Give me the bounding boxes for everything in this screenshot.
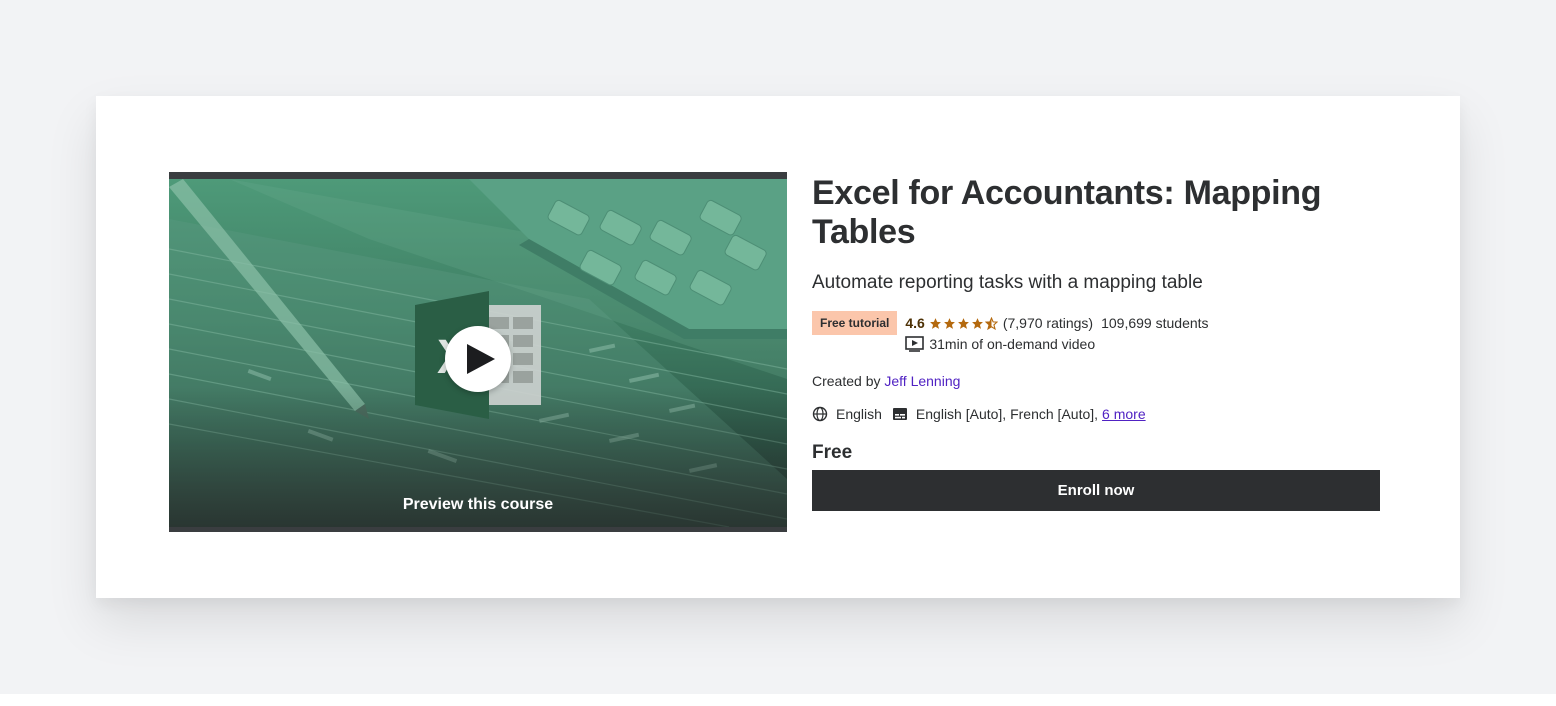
course-meta: Free tutorial 4.6 (7,970 ratings) 109,69…	[812, 311, 1380, 354]
rating-line: 4.6 (7,970 ratings) 109,699 students	[905, 313, 1208, 333]
star-icon	[971, 317, 983, 329]
video-length: 31min of on-demand video	[929, 336, 1096, 352]
video-length-line: 31min of on-demand video	[905, 334, 1208, 354]
star-icon	[929, 317, 941, 329]
play-icon	[466, 344, 495, 374]
ratings-count: (7,970 ratings)	[1002, 315, 1094, 331]
course-subtitle: Automate reporting tasks with a mapping …	[812, 272, 1203, 293]
star-icon	[943, 317, 955, 329]
half-star-icon	[984, 316, 998, 330]
globe-icon	[812, 406, 828, 422]
captions-icon	[892, 407, 908, 421]
course-title: Excel for Accountants: Mapping Tables	[812, 174, 1322, 251]
free-tutorial-badge: Free tutorial	[812, 311, 898, 335]
course-price: Free	[812, 442, 853, 463]
enroll-now-button[interactable]: Enroll now	[812, 470, 1380, 511]
students-count: 109,699 students	[1101, 315, 1209, 331]
course-language: English	[836, 406, 882, 422]
caption-languages: English [Auto], French [Auto],	[915, 406, 1099, 422]
course-stats: 4.6 (7,970 ratings) 109,699 students 31m…	[905, 311, 1208, 354]
more-captions-link[interactable]: 6 more	[1102, 406, 1146, 422]
star-icon	[957, 317, 969, 329]
video-icon	[905, 336, 925, 352]
instructor-link[interactable]: Jeff Lenning	[884, 373, 960, 389]
course-details: Excel for Accountants: Mapping Tables Au…	[812, 172, 1380, 511]
preview-course-label: Preview this course	[402, 496, 554, 513]
created-by-line: Created by Jeff Lenning	[812, 373, 1380, 389]
created-by-label: Created by	[812, 373, 881, 389]
language-row: English English [Auto], French [Auto], 6…	[812, 406, 1380, 422]
preview-thumbnail: X Preview this course	[169, 179, 787, 527]
play-button[interactable]	[445, 326, 511, 392]
rating-value: 4.6	[905, 315, 925, 331]
course-preview-video[interactable]: X Preview this course	[169, 172, 787, 532]
course-card: X Preview this course Excel for Accounta…	[96, 96, 1460, 598]
rating-stars	[929, 316, 999, 330]
